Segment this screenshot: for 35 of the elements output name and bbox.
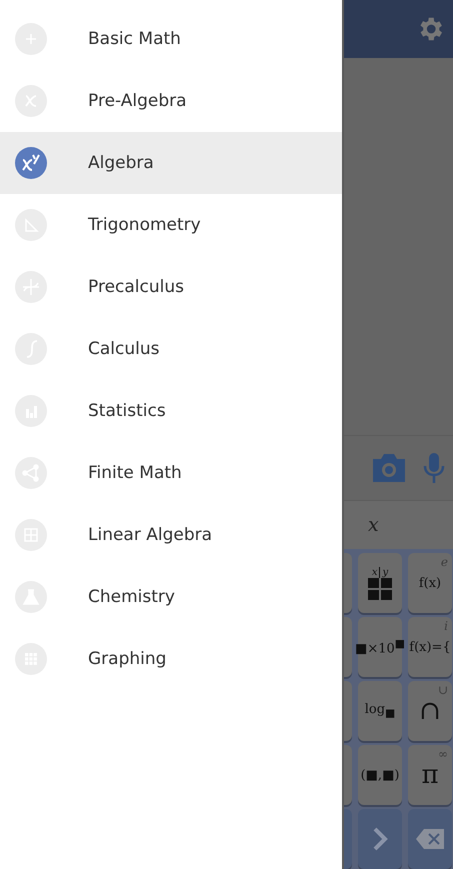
keyboard-key[interactable]: ∞ π <box>408 745 452 805</box>
drawer-item[interactable]: Finite Math <box>0 442 342 504</box>
keyboard-key[interactable]: ∪ ∩ <box>408 681 452 741</box>
drawer-item[interactable]: Linear Algebra <box>0 504 342 566</box>
drawer-item[interactable]: Statistics <box>0 380 342 442</box>
key-hint: ∞ <box>438 747 448 761</box>
drawer-item[interactable]: Calculus <box>0 318 342 380</box>
drawer-item[interactable]: Chemistry <box>0 566 342 628</box>
microphone-icon[interactable] <box>422 452 446 484</box>
backspace-icon <box>416 829 444 849</box>
next-key[interactable] <box>358 809 402 869</box>
drawer-item[interactable]: Basic Math <box>0 8 342 70</box>
key-label: ∩ <box>419 696 441 726</box>
drawer-item[interactable]: Precalculus <box>0 256 342 318</box>
exponent-icon <box>22 154 40 172</box>
key-label: (■,■) <box>360 768 400 782</box>
drawer-item[interactable]: Graphing <box>0 628 342 690</box>
keyboard-key[interactable]: ■×10$^{■}$ <box>358 617 402 677</box>
key-label: π <box>421 760 439 790</box>
chevron-right-icon <box>372 826 388 852</box>
keyboard-key[interactable]: log$_{■}$ <box>358 681 402 741</box>
keyboard-key[interactable]: (■,■) <box>358 745 402 805</box>
key-label: f(x)={ <box>409 640 451 654</box>
grid-icon <box>368 578 392 600</box>
key-hint: ∪ <box>438 683 448 697</box>
key-label: log$_{■}$ <box>364 702 396 720</box>
backspace-key[interactable] <box>408 809 452 869</box>
key-label: f(x) <box>418 576 442 590</box>
drawer-item[interactable]: Algebra <box>0 132 342 194</box>
drawer-item[interactable]: Trigonometry <box>0 194 342 256</box>
key-label: ■×10$^{■}$ <box>355 637 405 657</box>
table-key[interactable]: x y <box>358 553 402 613</box>
drawer-item[interactable]: Pre-Algebra <box>0 70 342 132</box>
camera-icon[interactable] <box>371 453 408 483</box>
key-header: y <box>381 566 390 578</box>
